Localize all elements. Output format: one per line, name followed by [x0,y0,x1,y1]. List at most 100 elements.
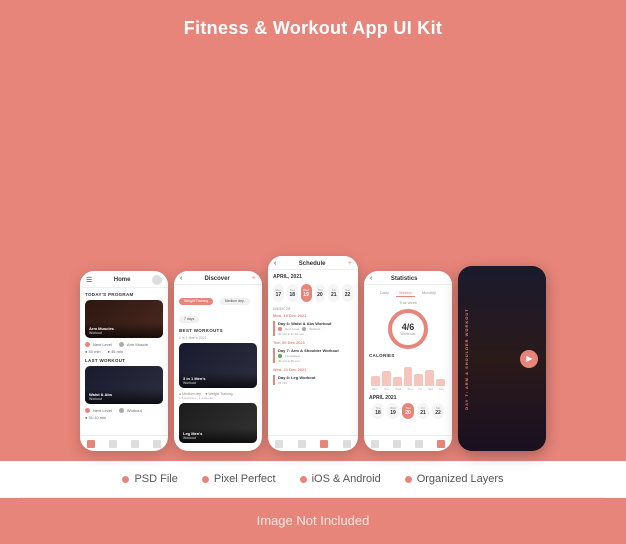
feature-dot-4 [405,476,412,483]
week-label: WEEK 28 [273,306,353,311]
feature-dot-3 [300,476,307,483]
tab-weekly: Weekly [396,289,415,297]
stats-date-19: Wed19 [387,403,399,419]
bar-sat [425,370,434,386]
schedule-month: APRIL, 2021 [273,274,353,280]
phones-row: ☰ Home TODAY'S PROGRAM Arm Muscles Worko… [80,55,546,451]
schedule-nav-1 [275,440,283,448]
stat-dot-3 [85,408,90,413]
stats-nav-3 [415,440,423,448]
home-nav-bar [80,435,168,451]
bar-fri [414,374,423,387]
feature-layers: Organized Layers [405,473,504,485]
stat-dot-2 [119,342,124,347]
discover-card-1-counts: ● 5 Activities ♦ 4 Weeks [179,396,257,400]
play-button: ▶ [520,350,538,368]
bar-thu [404,367,413,386]
tag-weight-training: Weight Training [179,298,213,305]
today-stats: Next Level Arm Muscle [85,342,163,347]
date-19: Wed19 [301,284,312,302]
calories-chart [369,361,447,386]
phone-schedule-title: Schedule [299,261,326,267]
date-20: Thu20 [315,284,326,302]
calories-label: CALORIES [369,353,447,358]
last-workout-card: Waist & Abs Workout [85,366,163,404]
bar-tue [382,371,391,386]
best-workouts-label: BEST WORKOUTS [179,328,257,333]
last-stats: Next Level Workout [85,408,163,413]
stat-dot-1 [85,342,90,347]
home-nav-profile [131,440,139,448]
top-section: Fitness & Workout App UI Kit ☰ Home TODA… [0,0,626,461]
workouts-circle: 4/6 Workouts [388,309,428,349]
feature-psd: PSD File [122,473,177,485]
discover-date: 2 in 1 Men's 2021 [179,336,257,340]
main-wrapper: Fitness & Workout App UI Kit ☰ Home TODA… [0,0,626,544]
discover-card-2: Leg Men's Workout [179,403,257,443]
date-22: Sat22 [342,284,353,302]
schedule-nav-bar [268,435,358,451]
discover-card-1: 3 in 1 Men's Workout [179,343,257,388]
schedule-back-icon: ‹ [274,260,276,267]
feature-ios: iOS & Android [300,473,381,485]
stats-tabs: Daily Weekly Monthly [369,289,447,297]
feature-dot-2 [202,476,209,483]
phone-dark: ▶ DAY 7: ARM & SHOULDER WORKOUT [458,266,546,451]
phone-statistics: ‹ Statistics Daily Weekly Monthly This w… [364,271,452,451]
feature-dot-1 [122,476,129,483]
last-stats-2: ● 31:10 min [85,415,163,420]
tag-medium-dep: Medium dep. [220,298,250,305]
schedule-item-3: Day 8: Leg Workout 35 min [273,375,353,385]
phone-home-content: TODAY'S PROGRAM Arm Muscles Workout Next… [80,288,168,426]
date-17: Mon17 [273,284,284,302]
sched-dot-3 [278,354,282,358]
phone-discover-title: Discover [204,276,229,282]
phone-stats-header: ‹ Statistics [364,271,452,285]
schedule-item-1: Day 6: Waist & Abs Workout Next Level Wo… [273,321,353,336]
footer-section: Image Not Included [0,498,626,544]
schedule-date-header-3: Wed, 21 Dec 2021 [273,367,353,372]
page-title: Fitness & Workout App UI Kit [184,18,442,39]
bottom-section: PSD File Pixel Perfect iOS & Android Org… [0,461,626,498]
phone-discover-header: ‹ Discover + [174,271,262,285]
stats-date-21: Fri21 [417,403,429,419]
stats-april-label: APRIL 2021 [369,395,447,401]
date-18: Tue18 [287,284,298,302]
home-nav-search [109,440,117,448]
bar-wed [393,377,402,386]
phone-home-header: ☰ Home [80,271,168,288]
schedule-item-2: Day 7: Arm & Shoulder Workout Completed … [273,348,353,363]
feature-label-1: PSD File [134,473,177,485]
phone-discover: ‹ Discover + Weight Training Medium dep.… [174,271,262,451]
schedule-nav-2 [298,440,306,448]
bar-mon [371,376,380,386]
last-workout-label: LAST WORKOUT [85,358,163,363]
dark-workout-text: DAY 7: ARM & SHOULDER WORKOUT [464,308,469,410]
feature-label-2: Pixel Perfect [214,473,276,485]
avatar-icon [152,275,162,285]
date-21: Fri21 [328,284,339,302]
phone-stats-content: Daily Weekly Monthly This week 4/6 Worko… [364,285,452,427]
phone-home-title: Home [114,277,131,283]
chart-days: Mon Tue Wed Thu Fri Sat Sun [369,387,447,391]
stats-date-22: Sat22 [432,403,444,419]
phone-stats-title: Statistics [391,276,418,282]
schedule-nav-3 [320,440,328,448]
schedule-date-header-1: Mon, 19 Dec 2021 [273,313,353,318]
schedule-date-header-2: Tue, 20 Dec 2021 [273,340,353,345]
this-week-label: This week [369,300,447,305]
bar-sun [436,379,445,387]
phone-schedule-header: ‹ Schedule + [268,256,358,270]
tag-7days: 7 days [179,316,199,323]
stats-dates: Tue18 Wed19 Thu20 Fri21 Sat22 [369,403,447,419]
sched-dot-2 [302,327,306,331]
schedule-dates: Mon17 Tue18 Wed19 Thu20 Fri21 Sat22 [273,284,353,302]
stats-nav-1 [371,440,379,448]
phone-home: ☰ Home TODAY'S PROGRAM Arm Muscles Worko… [80,271,168,451]
schedule-nav-4 [343,440,351,448]
features-row: PSD File Pixel Perfect iOS & Android Org… [20,473,606,498]
stats-nav-4 [437,440,445,448]
stats-date-18: Tue18 [372,403,384,419]
phone-discover-content: Weight Training Medium dep. 7 days BEST … [174,285,262,451]
phone-schedule-content: APRIL, 2021 Mon17 Tue18 Wed19 Thu20 Fri2… [268,270,358,392]
